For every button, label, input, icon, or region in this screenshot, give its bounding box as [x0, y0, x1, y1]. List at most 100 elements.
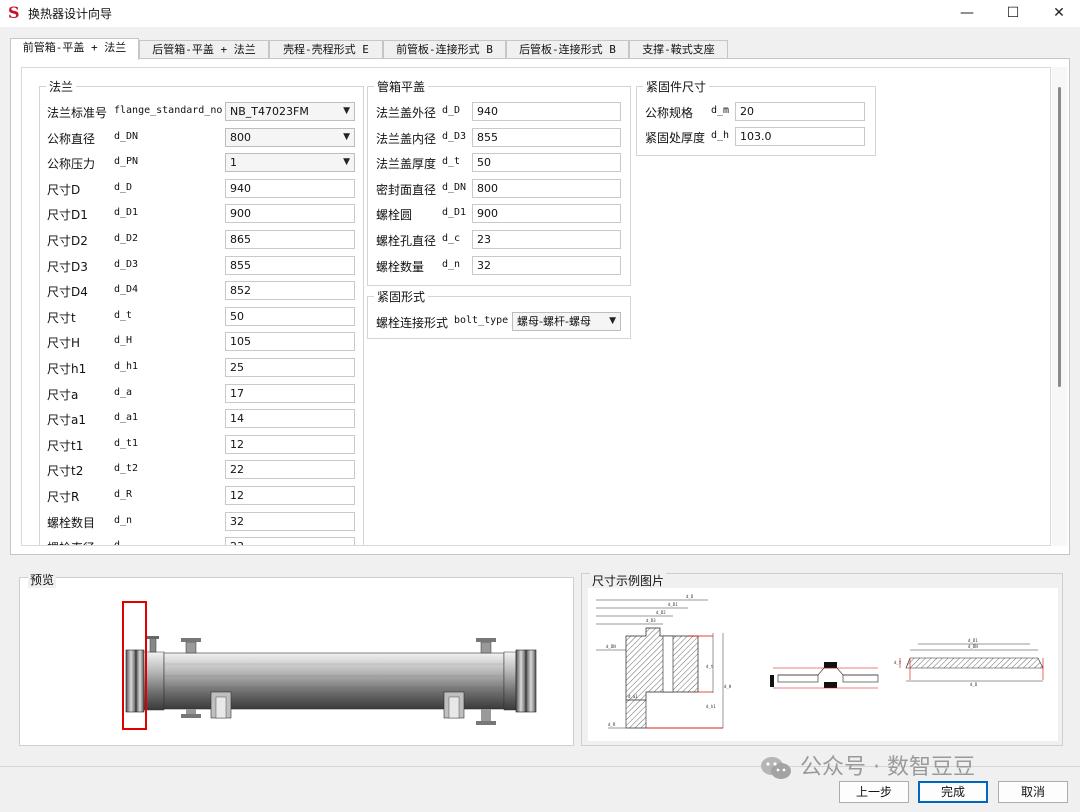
fastener-field-row: 公称规格 d_m 20 — [637, 102, 875, 121]
flange-field-code: d_PN — [114, 156, 139, 168]
svg-text:d_D1: d_D1 — [968, 638, 978, 643]
flange-field-input[interactable]: 32 — [225, 511, 355, 531]
cover-field-value: 800 — [477, 181, 498, 195]
flat-cover-group: 管箱平盖 法兰盖外径 d_D 940 法兰盖内径 d_D3 855 法兰盖厚度 d_t 50 密封… — [367, 78, 631, 286]
flange-field-select[interactable]: 800 ▼ — [225, 127, 355, 147]
title-bar: S 换热器设计向导 — ☐ ✕ — [0, 0, 1080, 27]
flange-field-input[interactable]: 940 — [225, 178, 355, 198]
tab-rear-tubesheet[interactable]: 后管板-连接形式 B — [506, 40, 629, 59]
flange-field-input[interactable]: 23 — [225, 537, 355, 545]
flange-field-value: 865 — [230, 233, 251, 246]
dimension-images-canvas: d_D d_D1 d_D2 d_D3 d_DN d_t d_H d_h1 d_a1 d_R — [588, 588, 1058, 741]
flange-field-input[interactable]: 855 — [225, 255, 355, 275]
vertical-scrollbar[interactable] — [1052, 67, 1067, 546]
cover-field-label: 法兰盖外径 — [376, 106, 437, 120]
preview-title: 预览 — [28, 571, 57, 588]
flange-field-input[interactable]: 900 — [225, 204, 355, 224]
flange-field-code: d_h1 — [114, 361, 139, 372]
flange-field-input[interactable]: 22 — [225, 460, 355, 480]
flange-field-value: 852 — [230, 284, 251, 298]
previous-step-button[interactable]: 上一步 — [839, 781, 909, 803]
flange-field-code: d — [114, 540, 121, 546]
flange-field-label: 尺寸D3 — [47, 259, 88, 274]
flange-field-code: d_D1 — [114, 207, 139, 219]
flange-field-select[interactable]: 1 ▼ — [225, 153, 355, 173]
cover-field-input[interactable]: 940 — [472, 102, 621, 121]
cover-field-row: 螺栓孔直径 d_c 23 — [368, 230, 630, 249]
flange-field-label: 尺寸t1 — [47, 438, 84, 453]
finish-button[interactable]: 完成 — [918, 781, 988, 803]
cover-field-input[interactable]: 855 — [472, 127, 621, 147]
flange-field-select[interactable]: NB_T47023FM ▼ — [225, 102, 355, 121]
flange-field-input[interactable]: 12 — [225, 486, 355, 505]
flange-field-label: 公称直径 — [47, 131, 96, 146]
flange-group: 法兰 法兰标准号 flange_standard_no NB_T47023FM ▼ 公称… — [39, 78, 364, 546]
flange-field-label: 尺寸H — [47, 336, 81, 351]
flange-field-row: 尺寸t2 d_t2 22 — [40, 460, 363, 480]
cover-field-input[interactable]: 900 — [472, 204, 621, 224]
flange-field-input[interactable]: 865 — [225, 230, 355, 249]
cover-field-label: 螺栓数量 — [376, 259, 425, 274]
fastener-field-code: d_m — [711, 105, 730, 116]
cover-field-input[interactable]: 800 — [472, 178, 621, 198]
flange-field-input[interactable]: 852 — [225, 281, 355, 301]
fastener-field-row: 紧固处厚度 d_h 103.0 — [637, 127, 875, 146]
flange-field-input[interactable]: 12 — [225, 434, 355, 454]
flange-field-row: 尺寸t1 d_t1 12 — [40, 434, 363, 454]
flange-field-value: 900 — [230, 207, 251, 221]
flange-field-label: 尺寸D — [47, 182, 81, 197]
flange-field-code: d_t2 — [114, 463, 139, 475]
tab-rear-channel[interactable]: 后管箱-平盖 + 法兰 — [139, 40, 269, 59]
svg-text:d_DN: d_DN — [606, 644, 616, 649]
minimize-button[interactable]: — — [944, 0, 990, 27]
flange-field-code: d_t — [114, 309, 133, 321]
flange-field-value: 17 — [230, 386, 244, 400]
flange-field-value: 1 — [230, 156, 237, 170]
fastener-field-input[interactable]: 20 — [735, 102, 865, 121]
flange-field-input[interactable]: 50 — [225, 306, 355, 326]
flange-field-label: 尺寸a1 — [47, 413, 86, 428]
flange-field-code: d_H — [114, 335, 133, 347]
flange-field-row: 螺栓直径 d 23 — [40, 537, 363, 546]
flange-field-label: 螺栓直径 — [47, 539, 95, 545]
bolt-type-select[interactable]: 螺母-螺杆-螺母 ▼ — [512, 312, 621, 331]
cover-field-value: 23 — [477, 233, 491, 246]
flange-field-row: 公称直径 d_DN 800 ▼ — [40, 127, 363, 147]
fastener-size-group: 紧固件尺寸 公称规格 d_m 20 紧固处厚度 d_h 103.0 — [636, 78, 876, 156]
flange-field-input[interactable]: 105 — [225, 332, 355, 352]
flange-field-input[interactable]: 14 — [225, 409, 355, 429]
tab-support[interactable]: 支撑-鞍式支座 — [629, 40, 728, 59]
cover-field-value: 50 — [477, 156, 491, 170]
maximize-button[interactable]: ☐ — [990, 0, 1036, 27]
flange-field-value: 12 — [230, 437, 244, 451]
bolt-type-value: 螺母-螺杆-螺母 — [517, 315, 591, 328]
cover-field-input[interactable]: 23 — [472, 230, 621, 249]
watermark: 公众号 · 数智豆豆 — [760, 752, 975, 784]
fastener-field-input[interactable]: 103.0 — [735, 127, 865, 146]
flange-field-input[interactable]: 25 — [225, 358, 355, 377]
cover-field-input[interactable]: 32 — [472, 255, 621, 275]
flange-field-label: 尺寸D4 — [47, 285, 88, 300]
tab-front-channel[interactable]: 前管箱-平盖 + 法兰 — [10, 38, 139, 60]
cancel-button[interactable]: 取消 — [998, 781, 1068, 803]
tab-front-tubesheet[interactable]: 前管板-连接形式 B — [383, 40, 506, 59]
fastening-group: 紧固形式 螺栓连接形式 bolt_type 螺母-螺杆-螺母 ▼ — [367, 288, 631, 339]
bolt-type-code: bolt_type — [454, 315, 509, 326]
flange-field-value: 940 — [230, 181, 251, 195]
flange-field-label: 尺寸a — [47, 387, 79, 402]
flange-field-input[interactable]: 17 — [225, 383, 355, 403]
flange-field-row: 尺寸R d_R 12 — [40, 486, 363, 505]
tab-shell[interactable]: 壳程-壳程形式 E — [269, 40, 383, 59]
close-button[interactable]: ✕ — [1036, 0, 1080, 27]
flange-field-label: 尺寸h1 — [47, 362, 87, 376]
cover-field-row: 密封面直径 d_DN 800 — [368, 178, 630, 198]
flange-field-value: 800 — [230, 130, 251, 144]
cover-field-code: d_D3 — [442, 130, 467, 142]
cover-field-label: 螺栓孔直径 — [376, 234, 437, 248]
flange-field-code: d_D4 — [114, 284, 139, 296]
flange-field-row: 尺寸D3 d_D3 855 — [40, 255, 363, 275]
fastener-size-group-title: 紧固件尺寸 — [643, 78, 710, 95]
fastener-field-label: 公称规格 — [645, 106, 694, 120]
cover-field-input[interactable]: 50 — [472, 153, 621, 173]
scrollbar-thumb[interactable] — [1058, 87, 1061, 387]
